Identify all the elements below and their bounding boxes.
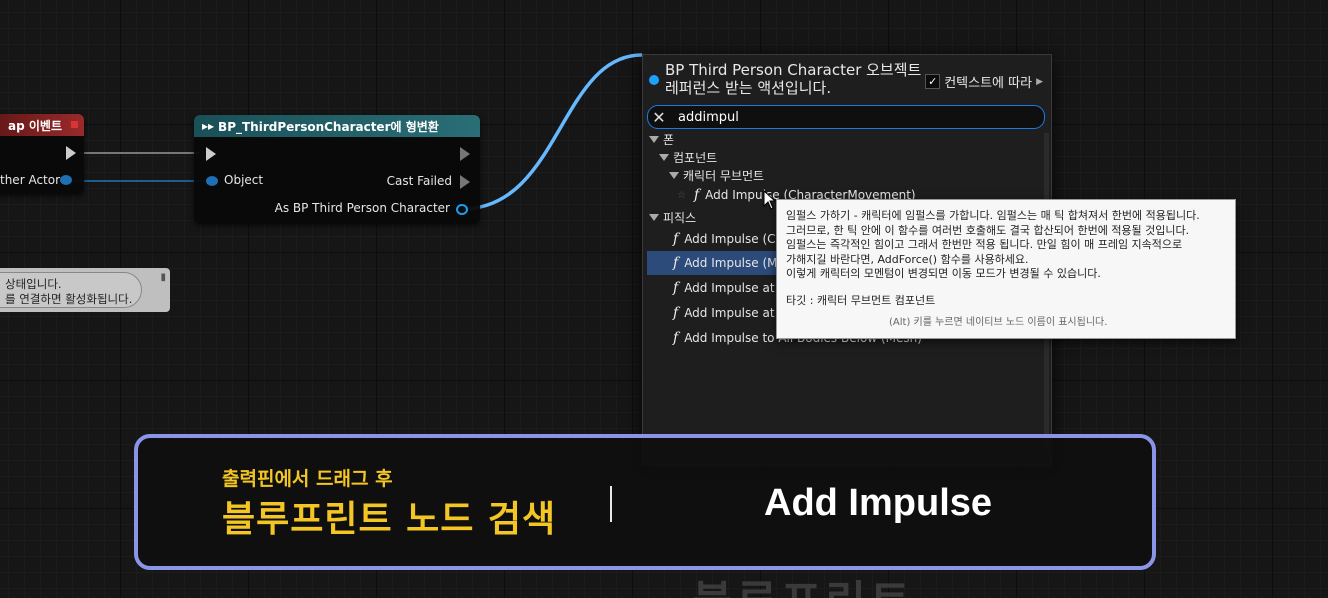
caption-keyword: Add Impulse [764,482,993,524]
function-icon: f [673,330,679,346]
tooltip-line: 임펄스 가하기 - 캐릭터에 임펄스를 가합니다. 임펄스는 매 틱 합쳐져서 … [786,209,1200,222]
tooltip-hint: (Alt) 키를 누르면 네이티브 노드 이름이 표시됩니다. [889,317,1108,328]
comment-line-1: 상태입니다. [5,277,62,291]
menu-title-line-2: 레퍼런스 받는 액션입니다. [665,79,832,97]
function-icon: f [673,231,679,247]
collapse-arrow-icon[interactable] [659,153,669,161]
cast-failed-label: Cast Failed [386,174,452,188]
comment-line-2: 를 연결하면 활성화됩니다. [5,292,133,306]
context-toggle-label: 컨텍스트에 따라 [944,76,1033,91]
as-bp-character-label: As BP Third Person Character [274,201,450,215]
cast-node[interactable]: ▸▸ BP_ThirdPersonCharacter에 형변환 Object C… [194,115,480,224]
object-reference-icon [649,75,659,85]
object-input-pin[interactable] [206,176,218,186]
chevron-right-icon[interactable]: ▶ [1036,77,1043,87]
tooltip: 임펄스 가하기 - 캐릭터에 임펄스를 가합니다. 임펄스는 매 틱 합쳐져서 … [776,199,1236,339]
collapse-arrow-icon[interactable] [649,213,659,221]
cast-exec-out-pin[interactable] [460,147,470,161]
comment-bubble: 상태입니다. 를 연결하면 활성화됩니다. [0,272,142,308]
cast-node-title: BP_ThirdPersonCharacter에 형변환 [218,119,439,134]
close-icon[interactable]: ✕ [648,108,670,127]
caption-subtitle: 출력핀에서 드래그 후 [222,468,393,490]
search-input[interactable] [676,108,1020,126]
category-physics-label: 피직스 [663,210,697,225]
function-icon: f [693,187,700,203]
mouse-cursor-icon [763,190,777,210]
context-sensitive-toggle[interactable]: ✓ 컨텍스트에 따라 ▶ [925,72,1043,91]
function-icon: f [673,255,679,271]
menu-title-line-1: BP Third Person Character 오브젝트 [665,61,922,79]
pin-icon[interactable]: ▮ [160,272,166,283]
other-actor-pin[interactable] [60,175,72,185]
result-label: Add Impulse (M [684,256,778,270]
result-label: Add Impulse (C [684,232,776,246]
result-label: Add Impulse at [684,306,775,320]
function-icon: f [673,305,679,321]
as-bp-character-pin[interactable] [456,204,468,215]
caption-divider [610,486,612,522]
event-node[interactable]: ap 이벤트 ther Actor [0,114,84,194]
result-label: Add Impulse at [684,281,775,295]
collapse-arrow-icon[interactable] [669,171,679,179]
check-icon[interactable]: ✓ [925,74,941,89]
collapse-arrow-icon[interactable] [649,135,659,143]
function-icon: f [673,280,679,296]
category-character-movement[interactable]: 캐릭터 무브먼트 [669,165,764,185]
drag-wire [461,53,643,211]
event-exec-out-pin[interactable] [66,146,76,160]
disabled-comment-box: 상태입니다. 를 연결하면 활성화됩니다. ▮ [0,268,170,312]
event-node-header: ap 이벤트 [0,114,84,136]
watermark-text: 블루프린트 [692,566,914,598]
search-box[interactable]: ✕ [647,105,1045,129]
tooltip-line: 이렇게 캐릭터의 모멘텀이 변경되면 이동 모드가 변경될 수 있습니다. [786,267,1101,280]
cast-node-header: ▸▸ BP_ThirdPersonCharacter에 형변환 [194,115,480,137]
event-node-title: ap 이벤트 [8,118,62,133]
caption-title: 블루프린트 노드 검색 [222,499,557,540]
other-actor-label: ther Actor [0,173,61,187]
category-pawn[interactable]: 폰 [649,129,674,149]
context-menu-title: BP Third Person Character 오브젝트 레퍼런스 받는 액… [665,61,921,97]
object-label: Object [224,173,264,187]
tooltip-line: 임펄스는 즉각적인 힘이고 그래서 한번만 적용 됩니다. 만일 힘이 매 프레… [786,238,1183,251]
caption-banner: 출력핀에서 드래그 후 블루프린트 노드 검색 Add Impulse [134,434,1156,570]
tooltip-line: 그러므로, 한 틱 안에 이 함수를 여러번 호출해도 결국 합산되어 한번에 … [786,223,1190,237]
event-node-icon [71,121,78,128]
tooltip-description: 임펄스 가하기 - 캐릭터에 임펄스를 가합니다. 임펄스는 매 틱 합쳐져서 … [786,209,1230,282]
favorite-star-icon[interactable]: ☆ [677,190,686,201]
category-character-movement-label: 캐릭터 무브먼트 [683,168,765,183]
category-component-label: 컴포넌트 [673,150,718,165]
category-physics[interactable]: 피직스 [649,207,696,227]
cast-failed-pin[interactable] [460,175,470,189]
category-pawn-label: 폰 [663,132,675,147]
cast-exec-in-pin[interactable] [206,147,216,161]
category-component[interactable]: 컴포넌트 [659,147,717,167]
tooltip-line: 가해지길 바란다면, AddForce() 함수를 사용하세요. [786,252,1029,266]
cast-icon: ▸▸ [202,119,215,133]
tooltip-target: 타깃 : 캐릭터 무브먼트 컴포넌트 [786,294,936,307]
